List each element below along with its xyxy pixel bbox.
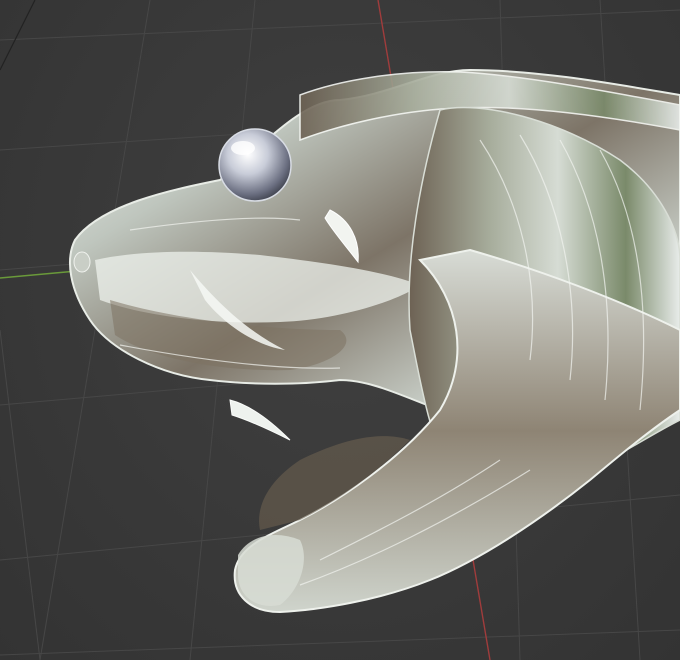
glass-creature-model[interactable]	[69, 68, 680, 614]
nostril	[73, 251, 91, 273]
upper-fang-front	[229, 399, 291, 441]
eye-sphere	[218, 128, 292, 202]
viewport-canvas[interactable]	[0, 0, 680, 660]
dark-axis-line	[0, 0, 36, 71]
3d-viewport[interactable]	[0, 0, 680, 660]
eye-glint	[231, 141, 255, 155]
